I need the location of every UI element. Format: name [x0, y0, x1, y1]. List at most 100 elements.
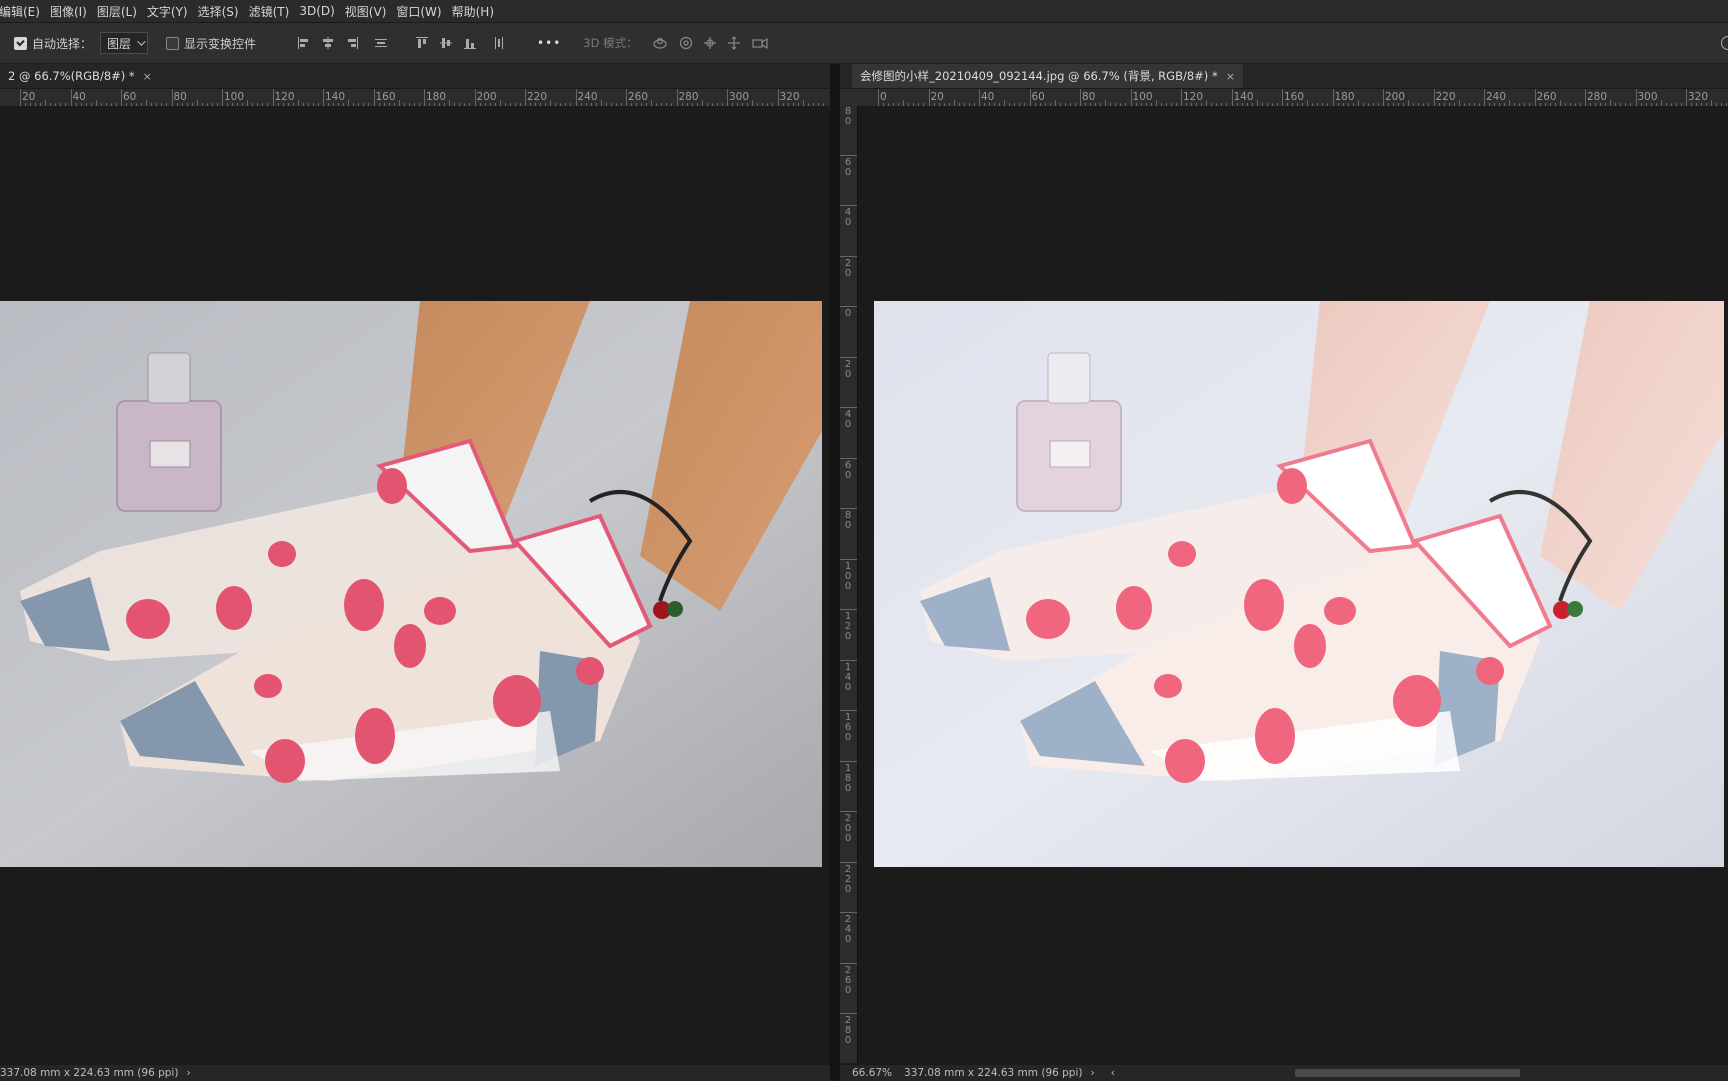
ruler-tick: [121, 89, 122, 106]
ruler-label: 200: [476, 91, 497, 103]
ruler-tick: [373, 89, 375, 106]
left-status-menu-arrow[interactable]: ›: [186, 1067, 190, 1079]
ruler-tick: [840, 407, 857, 408]
ruler-label: 100: [844, 560, 852, 592]
ruler-tick: [840, 710, 857, 711]
distribute-v-icon[interactable]: [374, 36, 388, 50]
ruler-label: 60: [844, 156, 852, 178]
ruler-origin[interactable]: [840, 89, 857, 106]
ruler-label: 140: [844, 661, 852, 693]
ruler-label: 0: [844, 308, 852, 319]
ruler-label: 280: [678, 91, 699, 103]
ruler-label: 280: [1587, 91, 1608, 103]
3d-orbit-icon[interactable]: [651, 36, 669, 50]
right-doc-dimensions: 337.08 mm x 224.63 mm (96 ppi): [904, 1067, 1083, 1079]
3d-tools: [646, 36, 774, 50]
left-doc-tabbar: 2 @ 66.7%(RGB/8#) * ×: [0, 64, 830, 89]
more-options-button[interactable]: •••: [537, 36, 561, 50]
right-horizontal-ruler: 0 20 40 60 80 100 120 140 160 180 200 220 240 260 280 3…: [857, 89, 1728, 107]
panel-divider[interactable]: [830, 64, 840, 1080]
ruler-label: 20: [844, 257, 852, 279]
left-doc-tab-title: 2 @ 66.7%(RGB/8#) *: [8, 69, 135, 83]
distribute-h-icon[interactable]: [492, 36, 506, 50]
ruler-label: 80: [844, 106, 852, 127]
menu-item-7[interactable]: 视图(V): [340, 3, 392, 20]
menu-item-4[interactable]: 选择(S): [193, 3, 244, 20]
ruler-tick: [474, 89, 476, 106]
close-icon[interactable]: ×: [1226, 70, 1235, 83]
ruler-tick: [840, 508, 857, 509]
ruler-tick: [979, 89, 980, 106]
ruler-tick: [1383, 89, 1384, 106]
align-bottom-icon[interactable]: [463, 36, 477, 50]
ruler-label: 220: [1435, 91, 1456, 103]
ruler-tick: [1635, 89, 1637, 106]
left-image: [0, 301, 822, 867]
auto-select-target-dropdown[interactable]: 图层: [100, 32, 149, 54]
right-status-menu-arrow[interactable]: ›: [1090, 1067, 1094, 1079]
left-canvas-area[interactable]: [0, 106, 830, 1063]
menu-item-2[interactable]: 图层(L): [92, 3, 142, 20]
show-transform-checkbox[interactable]: [166, 36, 180, 50]
menu-item-8[interactable]: 窗口(W): [391, 3, 446, 20]
ruler-label: 320: [1688, 91, 1709, 103]
align-left-icon[interactable]: [297, 36, 311, 50]
menu-item-6[interactable]: 3D(D): [294, 4, 339, 18]
ruler-tick: [1231, 89, 1233, 106]
ruler-tick: [626, 89, 627, 106]
ruler-label: 120: [1183, 91, 1204, 103]
menu-item-3[interactable]: 文字(Y): [142, 3, 193, 20]
ruler-label: 40: [72, 91, 86, 103]
auto-select-label: 自动选择：: [32, 36, 93, 51]
3d-camera-icon[interactable]: [751, 36, 769, 50]
ruler-label: 300: [729, 91, 750, 103]
ruler-label: 60: [844, 459, 852, 481]
ruler-tick: [840, 205, 857, 206]
ruler-label: 320: [779, 91, 800, 103]
menu-item-0[interactable]: 编辑(E): [0, 3, 45, 20]
ruler-tick: [840, 962, 857, 964]
3d-pan-icon[interactable]: [703, 36, 717, 50]
search-icon[interactable]: [1721, 36, 1728, 50]
ruler-tick: [840, 154, 857, 156]
scroll-left-arrow[interactable]: ‹: [1111, 1067, 1115, 1079]
right-doc-tab[interactable]: 会修图的小样_20210409_092144.jpg @ 66.7% (背景, …: [852, 64, 1243, 88]
close-icon[interactable]: ×: [143, 70, 152, 83]
auto-select-target-value: 图层: [107, 36, 132, 51]
ruler-tick: [70, 89, 72, 106]
left-doc-tab[interactable]: 2 @ 66.7%(RGB/8#) * ×: [0, 64, 160, 88]
ruler-tick: [1029, 89, 1031, 106]
right-canvas-area[interactable]: [858, 106, 1728, 1063]
ruler-label: 80: [173, 91, 187, 103]
ruler-label: 220: [527, 91, 548, 103]
3d-roll-icon[interactable]: [679, 36, 693, 50]
align-center-h-icon[interactable]: [321, 36, 335, 50]
ruler-label: 120: [274, 91, 295, 103]
align-tools: [292, 36, 511, 50]
right-zoom-level[interactable]: 66.67%: [852, 1067, 892, 1079]
ruler-tick: [676, 89, 678, 106]
menu-item-1[interactable]: 图像(I): [45, 3, 92, 20]
menu-item-9[interactable]: 帮助(H): [447, 3, 499, 20]
align-right-icon[interactable]: [345, 36, 359, 50]
horizontal-scrollbar-thumb[interactable]: [1295, 1069, 1520, 1077]
right-vertical-ruler: 80 60 40 20 0 20 40 60 80 100 120 140 160 180 200 220 24…: [840, 106, 858, 1063]
auto-select-control[interactable]: 自动选择： 图层: [14, 32, 149, 54]
show-transform-control[interactable]: 显示变换控件: [166, 35, 256, 52]
ruler-label: 300: [1637, 91, 1658, 103]
menu-bar: 编辑(E) 图像(I) 图层(L) 文字(Y) 选择(S) 滤镜(T) 3D(D) 视图(V)…: [0, 0, 1728, 23]
ruler-label: 240: [1486, 91, 1507, 103]
align-middle-v-icon[interactable]: [439, 36, 453, 50]
ruler-label: 200: [1385, 91, 1406, 103]
ruler-label: 100: [224, 91, 245, 103]
ruler-label: 0: [880, 91, 887, 103]
ruler-tick: [1534, 89, 1536, 106]
ruler-tick: [928, 89, 930, 106]
ruler-tick: [525, 89, 526, 106]
menu-item-5[interactable]: 滤镜(T): [244, 3, 295, 20]
auto-select-checkbox[interactable]: [14, 36, 27, 50]
ruler-label: 240: [577, 91, 598, 103]
ruler-tick: [840, 457, 857, 459]
align-top-icon[interactable]: [415, 36, 429, 50]
3d-slide-icon[interactable]: [727, 36, 741, 50]
